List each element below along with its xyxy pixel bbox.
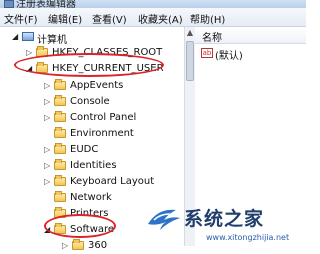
folder-icon — [54, 159, 66, 170]
annotation-ellipse-software — [44, 214, 116, 238]
expand-arrow-icon[interactable]: ▷ — [44, 145, 52, 155]
tree-item-keyboard-layout[interactable]: ▷ Keyboard Layout — [0, 174, 184, 190]
expand-arrow-icon — [44, 129, 52, 139]
tree-item-label: Control Panel — [70, 112, 137, 123]
tree-item-label: Environment — [70, 128, 134, 139]
tree-item-environment[interactable]: Environment — [0, 126, 184, 142]
window-title: 注册表编辑器 — [16, 0, 76, 8]
scroll-up-arrow-icon[interactable]: ▲ — [185, 27, 195, 39]
title-bar: 注册表编辑器 — [0, 0, 306, 8]
expand-arrow-icon[interactable]: ▷ — [44, 113, 52, 123]
expand-arrow-icon[interactable]: ▷ — [44, 97, 52, 107]
watermark: 系统之家 www.xitongzhijia.net — [146, 200, 306, 246]
tree-item-eudc[interactable]: ▷ EUDC — [0, 142, 184, 158]
folder-icon — [54, 95, 66, 106]
menu-view[interactable]: 查看(V) — [92, 11, 127, 26]
computer-icon — [22, 32, 34, 41]
expand-arrow-icon[interactable]: ◢ — [12, 32, 20, 42]
watermark-logo-icon — [148, 209, 180, 230]
expand-arrow-icon[interactable]: ▷ — [44, 81, 52, 91]
tree-item-label: 计算机 — [37, 35, 67, 46]
tree-item-computer[interactable]: ◢ 计算机 — [0, 29, 184, 46]
folder-icon — [54, 191, 66, 202]
expand-arrow-icon — [44, 193, 52, 203]
expand-arrow-icon[interactable]: ▷ — [62, 241, 70, 251]
tree-item-console[interactable]: ▷ Console — [0, 94, 184, 110]
scroll-thumb[interactable] — [186, 41, 194, 81]
menu-bar: 文件(F) 编辑(E) 查看(V) 收藏夹(A) 帮助(H) — [0, 8, 306, 27]
tree-item-label: AppEvents — [70, 80, 124, 91]
regedit-app-icon — [4, 0, 14, 8]
folder-icon — [54, 79, 66, 90]
tree-item-label: Network — [70, 192, 112, 203]
tree-item-label: EUDC — [70, 144, 99, 155]
menu-file[interactable]: 文件(F) — [4, 11, 38, 26]
watermark-text: 系统之家 — [184, 208, 265, 230]
tree-item-label: Identities — [70, 160, 117, 171]
folder-icon — [54, 127, 66, 138]
folder-icon — [54, 143, 66, 154]
expand-arrow-icon — [44, 209, 52, 219]
column-header-label: 名称 — [202, 33, 222, 44]
tree-item-label: Console — [70, 96, 110, 107]
menu-favorites[interactable]: 收藏夹(A) — [138, 11, 183, 26]
watermark-url: www.xitongzhijia.net — [206, 233, 290, 242]
expand-arrow-icon[interactable]: ▷ — [44, 161, 52, 171]
folder-icon — [54, 111, 66, 122]
tree-item-control-panel[interactable]: ▷ Control Panel — [0, 110, 184, 126]
menu-edit[interactable]: 编辑(E) — [48, 11, 82, 26]
ab-string-icon: ab — [201, 48, 213, 58]
tree-item-label: Keyboard Layout — [70, 176, 155, 187]
column-header-name[interactable]: 名称 — [195, 27, 306, 44]
tree-item-appevents[interactable]: ▷ AppEvents — [0, 78, 184, 94]
expand-arrow-icon[interactable]: ▷ — [44, 177, 52, 187]
folder-icon — [54, 175, 66, 186]
tree-item-identities[interactable]: ▷ Identities — [0, 158, 184, 174]
annotation-ellipse-hkey-current-user — [14, 53, 164, 77]
menu-help[interactable]: 帮助(H) — [190, 11, 225, 26]
value-name: (默认) — [215, 51, 243, 62]
